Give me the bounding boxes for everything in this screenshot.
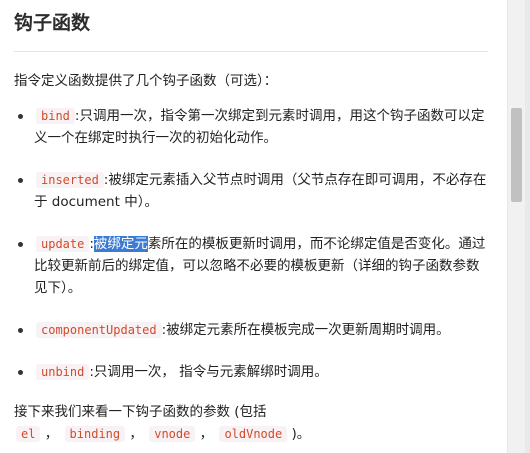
- hook-description: :被绑定元素所在模板完成一次更新周期时调用。: [161, 322, 450, 338]
- hook-item-update: update:被绑定元素所在的模板更新时调用，而不论绑定值是否变化。通过比较更新…: [14, 233, 492, 299]
- vertical-scrollbar[interactable]: [507, 0, 525, 453]
- hook-name-code: update: [36, 236, 90, 252]
- hook-description: :只调用一次， 指令与元素解绑时调用。: [89, 364, 328, 380]
- param-separator: ，: [125, 426, 143, 442]
- hook-name-code: bind: [36, 108, 75, 124]
- bullet-dot: [18, 328, 23, 333]
- outro-paragraph: 接下来我们来看一下钩子函数的参数 (包括 el ， binding ， vnod…: [14, 401, 492, 445]
- outro-end: )。: [287, 426, 311, 442]
- param-separator: ，: [40, 426, 59, 442]
- outro-text: 接下来我们来看一下钩子函数的参数 (包括: [14, 404, 267, 420]
- hook-name-code: componentUpdated: [36, 322, 162, 338]
- bullet-dot: [18, 114, 23, 119]
- window-edge: [525, 0, 530, 453]
- text-selection-highlight[interactable]: 被绑定元: [93, 236, 148, 252]
- hook-item-unbind: unbind:只调用一次， 指令与元素解绑时调用。: [14, 361, 492, 383]
- param-code-el: el: [16, 426, 41, 442]
- param-code-vnode: vnode: [149, 426, 196, 442]
- intro-text: 指令定义函数提供了几个钩子函数（可选）：: [14, 73, 278, 89]
- hook-description: :只调用一次，指令第一次绑定到元素时调用，用这个钩子函数可以定义一个在绑定时执行…: [34, 108, 485, 146]
- hook-list: bind:只调用一次，指令第一次绑定到元素时调用，用这个钩子函数可以定义一个在绑…: [14, 105, 492, 383]
- hook-name-code: unbind: [36, 364, 90, 380]
- bullet-dot: [18, 370, 23, 375]
- doc-content: 钩子函数 指令定义函数提供了几个钩子函数（可选）： bind:只调用一次，指令第…: [14, 0, 492, 445]
- hook-name-code: inserted: [36, 172, 104, 188]
- param-separator: ，: [195, 426, 214, 442]
- doc-page: 钩子函数 指令定义函数提供了几个钩子函数（可选）： bind:只调用一次，指令第…: [0, 0, 530, 453]
- bullet-dot: [18, 178, 23, 183]
- hook-item-bind: bind:只调用一次，指令第一次绑定到元素时调用，用这个钩子函数可以定义一个在绑…: [14, 105, 492, 149]
- param-code-oldvnode: oldVnode: [219, 426, 288, 442]
- bullet-dot: [18, 242, 23, 247]
- param-code-binding: binding: [64, 426, 126, 442]
- hook-item-inserted: inserted:被绑定元素插入父节点时调用（父节点存在即可调用，不必存在于 d…: [14, 169, 492, 213]
- section-heading: 钩子函数: [14, 12, 91, 34]
- hook-item-componentupdated: componentUpdated:被绑定元素所在模板完成一次更新周期时调用。: [14, 319, 492, 341]
- scrollbar-thumb[interactable]: [511, 108, 522, 202]
- heading-divider: [14, 51, 488, 52]
